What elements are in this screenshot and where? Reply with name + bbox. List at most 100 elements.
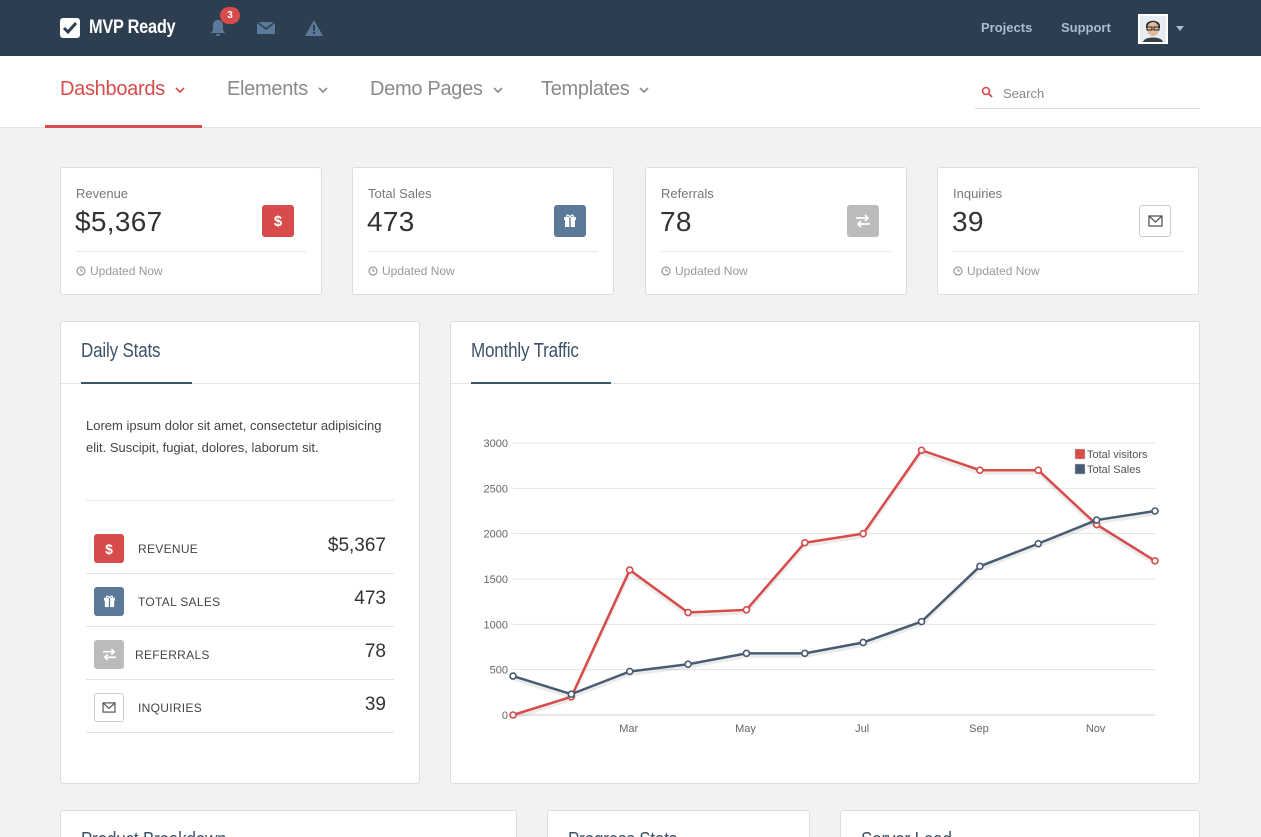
list-item: TOTAL SALES 473 [86, 574, 394, 627]
data-point [742, 649, 751, 658]
stat-footer-text: Updated Now [967, 264, 1040, 278]
stat-footer-text: Updated Now [675, 264, 748, 278]
clock-icon [76, 266, 86, 276]
envelope-icon [1139, 205, 1171, 237]
brand-name: MVP Ready [89, 17, 176, 38]
chevron-down-icon [493, 86, 503, 93]
series-line [512, 449, 1156, 717]
data-point [567, 690, 576, 698]
data-point [917, 446, 926, 455]
y-tick-label: 1000 [484, 619, 508, 631]
product-breakdown-panel: Product Breakdown [60, 810, 517, 837]
row-label: TOTAL SALES [138, 595, 221, 609]
stat-card-referrals: Referrals 78 Updated Now [645, 167, 907, 295]
monthly-traffic-panel: Monthly Traffic 0 500 1000 1500 2000 2500 3000… [450, 321, 1200, 784]
data-point [684, 660, 692, 669]
clock-icon [661, 266, 671, 276]
stat-label: Inquiries [953, 186, 1003, 201]
x-tick-label: Sep [969, 723, 989, 735]
legend-label: Total Sales [1087, 464, 1141, 476]
list-item: $ REVENUE $5,367 [86, 521, 394, 574]
main-navigation: Dashboards Elements Demo Pages Templates [0, 56, 1261, 128]
dollar-icon: $ [262, 205, 294, 237]
x-tick-label: Jul [855, 723, 869, 735]
dollar-icon: $ [94, 534, 124, 563]
progress-stats-panel: Progress Stats [547, 810, 810, 837]
active-nav-indicator [45, 125, 202, 128]
stat-label: Referrals [661, 186, 714, 201]
row-label: REVENUE [138, 542, 199, 556]
support-link[interactable]: Support [1061, 20, 1111, 35]
stat-footer: Updated Now [661, 264, 748, 278]
avatar[interactable] [1138, 14, 1168, 44]
legend-swatch [1074, 448, 1086, 460]
data-point [509, 711, 517, 719]
title-accent [81, 382, 192, 384]
notification-badge: 3 [220, 7, 240, 24]
monthly-traffic-chart: 0 500 1000 1500 2000 2500 3000 Mar May Jul Sep Nov T… [484, 438, 1159, 735]
divider [86, 500, 394, 501]
nav-elements[interactable]: Elements [227, 78, 329, 101]
envelope-icon[interactable] [256, 18, 276, 38]
stat-label: Total Sales [368, 186, 432, 201]
data-point [625, 667, 634, 676]
nav-demo-pages[interactable]: Demo Pages [370, 78, 504, 101]
data-point [1092, 516, 1101, 524]
stat-label: Revenue [76, 186, 129, 201]
y-tick-label: 1500 [484, 574, 508, 586]
clock-icon [953, 266, 963, 276]
search-box[interactable] [975, 80, 1200, 109]
legend-swatch [1074, 463, 1086, 475]
nav-dashboards-label: Dashboards [60, 78, 165, 100]
row-value: 78 [364, 641, 386, 662]
y-tick-label: 500 [490, 665, 508, 677]
warning-icon[interactable] [304, 18, 324, 38]
x-tick-label: Mar [619, 723, 638, 735]
top-navbar: MVP Ready 3 Projects Support [0, 0, 1261, 56]
stat-footer: Updated Now [953, 264, 1040, 278]
search-input[interactable] [1003, 83, 1193, 103]
stat-value: 39 [952, 206, 984, 237]
nav-demo-pages-label: Demo Pages [370, 78, 483, 100]
nav-templates[interactable]: Templates [541, 78, 650, 101]
chevron-down-icon[interactable] [1176, 26, 1184, 31]
panel-description: Lorem ipsum dolor sit amet, consectetur … [86, 418, 382, 455]
daily-stats-panel: Daily Stats Lorem ipsum dolor sit amet, … [60, 321, 420, 784]
panel-title: Product Breakdown [81, 829, 227, 837]
panel-title: Progress Stats [568, 829, 677, 837]
x-tick-label: May [735, 723, 756, 735]
y-tick-label: 0 [502, 710, 508, 722]
y-tick-label: 2000 [484, 529, 508, 541]
divider [661, 251, 891, 252]
stat-footer: Updated Now [368, 264, 455, 278]
stat-footer-text: Updated Now [90, 264, 163, 278]
data-point [1034, 466, 1043, 474]
brand-logo[interactable]: MVP Ready [60, 17, 189, 39]
data-point [859, 529, 867, 538]
search-icon [981, 86, 993, 98]
panel-title: Server Load [861, 829, 952, 837]
projects-link[interactable]: Projects [981, 20, 1032, 35]
nav-dashboards[interactable]: Dashboards [60, 78, 186, 101]
data-point [509, 672, 517, 680]
chevron-down-icon [639, 86, 650, 93]
data-point [976, 562, 984, 571]
divider [76, 251, 306, 252]
checkbox-logo-icon [60, 18, 80, 38]
stat-card-total-sales: Total Sales 473 Updated Now [352, 167, 614, 295]
data-point [742, 606, 751, 614]
stat-value: $5,367 [75, 206, 163, 237]
divider [953, 251, 1183, 252]
data-point [1034, 539, 1043, 548]
row-label: INQUIRIES [138, 701, 203, 715]
stat-footer-text: Updated Now [382, 264, 455, 278]
y-tick-label: 2500 [484, 483, 508, 495]
clock-icon [368, 266, 378, 276]
data-point [684, 608, 692, 617]
list-item: REFERRALS 78 [86, 627, 394, 680]
user-avatar-icon [1140, 16, 1166, 42]
stat-footer: Updated Now [76, 264, 163, 278]
data-point [917, 617, 926, 626]
chevron-down-icon [175, 86, 185, 93]
data-point [1151, 557, 1159, 565]
